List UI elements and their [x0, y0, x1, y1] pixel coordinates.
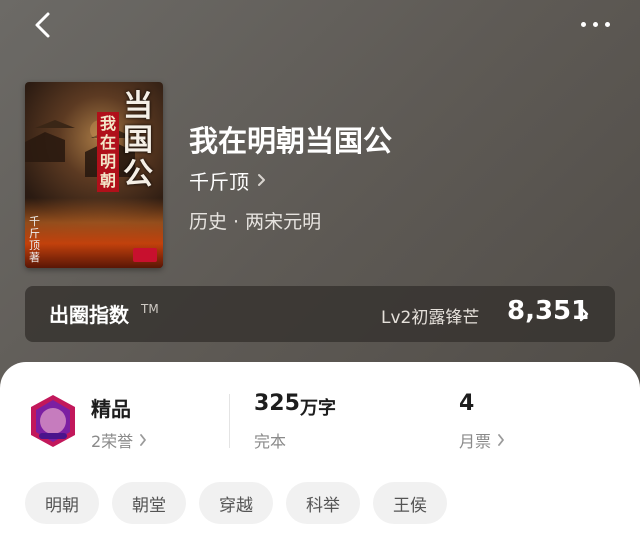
tag-chip[interactable]: 科举: [286, 482, 360, 524]
index-level: Lv2初露锋芒: [381, 308, 480, 328]
tag-chip[interactable]: 明朝: [25, 482, 99, 524]
cover-subtitle: 我在明朝: [97, 112, 119, 192]
more-dot-icon: [605, 22, 610, 27]
monthly-votes-label: 月票: [459, 432, 492, 451]
back-arrow-icon: [35, 12, 50, 38]
tag-list: 明朝 朝堂 穿越 科举 王侯: [25, 482, 447, 524]
more-dot-icon: [593, 22, 598, 27]
popularity-index-bar[interactable]: 出圈指数 TM Lv2初露锋芒 8,351: [25, 286, 615, 342]
completion-status: 完本: [254, 432, 287, 451]
publisher-logo: [133, 248, 157, 262]
word-count-unit: 万字: [300, 398, 336, 419]
monthly-votes-value: 4: [459, 391, 475, 416]
author-link[interactable]: 千斤顶: [189, 166, 267, 194]
chevron-right-icon: [579, 306, 589, 322]
book-genre[interactable]: 历史 · 两宋元明: [189, 207, 321, 234]
cover-title: 当国公: [123, 89, 153, 192]
tag-chip[interactable]: 穿越: [199, 482, 273, 524]
trademark-mark: TM: [141, 302, 159, 316]
quality-title: 精品: [91, 397, 131, 421]
top-bar: [0, 0, 640, 50]
cover-author: 千斤顶著: [29, 215, 40, 264]
book-stats-panel: 精品 2荣誉 325 万字 完本 4 月票 明朝 朝堂 穿越 科举 王侯: [0, 362, 640, 542]
tag-chip[interactable]: 王侯: [373, 482, 447, 524]
book-cover[interactable]: 我在明朝 当国公 千斤顶著: [25, 82, 163, 268]
word-count-value: 325: [254, 391, 300, 416]
book-title: 我在明朝当国公: [189, 124, 393, 158]
chevron-right-icon: [498, 434, 504, 446]
author-name: 千斤顶: [189, 169, 249, 194]
honors-count: 2荣誉: [91, 432, 134, 451]
chevron-right-icon: [258, 174, 265, 186]
back-button[interactable]: [30, 10, 56, 40]
quality-badge-icon[interactable]: [27, 393, 79, 449]
tag-chip[interactable]: 朝堂: [112, 482, 186, 524]
chevron-right-icon: [140, 434, 147, 446]
index-value: 8,351: [507, 296, 590, 326]
honors-link[interactable]: 2荣誉: [91, 428, 147, 452]
more-dot-icon: [581, 22, 586, 27]
monthly-votes-link[interactable]: 月票: [459, 428, 505, 452]
more-options-button[interactable]: [580, 14, 612, 34]
divider: [229, 394, 230, 448]
index-label: 出圈指数: [49, 303, 129, 327]
